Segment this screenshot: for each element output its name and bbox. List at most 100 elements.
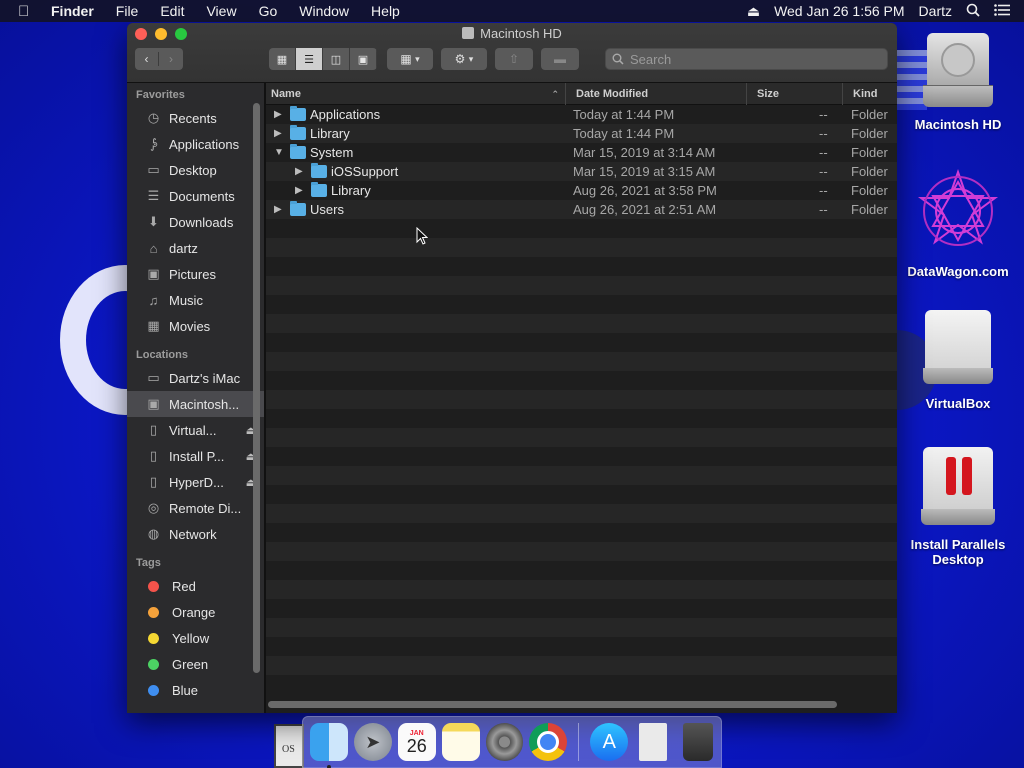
globe-icon: ◍ [147, 526, 160, 541]
dock-calendar-icon[interactable]: JAN 26 [397, 723, 436, 761]
column-view-button[interactable]: ◫ [323, 48, 350, 70]
film-icon: ▦ [147, 318, 160, 333]
calendar-day: 26 [406, 735, 427, 756]
sidebar-item-dartz-s-imac[interactable]: ▭ Dartz's iMac [127, 365, 264, 391]
disclosure-collapsed-icon[interactable]: ▶ [274, 200, 284, 219]
sidebar-item-label: Recents [169, 110, 217, 126]
dock-finder-icon[interactable] [310, 723, 348, 768]
sidebar-item-label: Downloads [169, 214, 234, 230]
sidebar-item-hyperd[interactable]: ▯ HyperD... ⏏ [127, 469, 264, 495]
locations-header: Locations [136, 349, 188, 361]
sidebar-tag-green[interactable]: Green [127, 651, 264, 677]
disclosure-collapsed-icon[interactable]: ▶ [295, 181, 305, 200]
column-header-kind[interactable]: Kind [842, 83, 897, 105]
icon-view-button[interactable]: ▦ [269, 48, 296, 70]
sidebar-item-pictures[interactable]: ▣ Pictures [127, 261, 264, 287]
menu-file[interactable]: File [105, 3, 150, 19]
search-input[interactable] [630, 51, 870, 67]
disclosure-collapsed-icon[interactable]: ▶ [274, 105, 284, 124]
menu-app-name[interactable]: Finder [40, 3, 105, 19]
row-kind: Folder [851, 145, 888, 160]
desktop-icon-datawagon[interactable]: DataWagon.com [898, 168, 1018, 279]
eject-icon[interactable]: ⏏ [747, 3, 760, 20]
sidebar-item-dartz[interactable]: ⌂ dartz [127, 235, 264, 261]
column-header-name[interactable]: Name ⌃ [271, 83, 567, 105]
sidebar-item-remote-di[interactable]: ◎ Remote Di... [127, 495, 264, 521]
menu-edit[interactable]: Edit [149, 3, 195, 19]
sidebar-item-label: HyperD... [169, 474, 224, 490]
table-row[interactable]: ▼ System Mar 15, 2019 at 3:14 AM -- Folder [266, 143, 897, 162]
list-view-button[interactable]: ☰ [296, 48, 323, 70]
dock-notes-icon[interactable] [441, 723, 480, 761]
sidebar-item-macintosh[interactable]: ▣ Macintosh... [127, 391, 264, 417]
desktop-icon-label: Install Parallels Desktop [910, 537, 1006, 567]
disclosure-expanded-icon[interactable]: ▼ [274, 143, 284, 162]
row-size: -- [819, 145, 828, 160]
share-button[interactable]: ⇧ [495, 48, 533, 70]
table-row[interactable]: ▶ iOSSupport Mar 15, 2019 at 3:15 AM -- Fold… [266, 162, 897, 181]
sidebar-item-movies[interactable]: ▦ Movies [127, 313, 264, 339]
group-by-button[interactable]: ▦ ▾ [387, 48, 433, 70]
hard-drive-icon [923, 33, 993, 109]
sidebar-tag-orange[interactable]: Orange [127, 599, 264, 625]
back-button[interactable]: ‹ [135, 52, 159, 66]
disclosure-collapsed-icon[interactable]: ▶ [295, 162, 305, 181]
dock-separator [578, 723, 580, 761]
search-field[interactable] [605, 48, 888, 70]
sidebar-item-documents[interactable]: ☰ Documents [127, 183, 264, 209]
row-date-modified: Today at 1:44 PM [573, 126, 675, 141]
column-kind-label: Kind [853, 88, 878, 100]
applications-icon: ⨔ [150, 136, 157, 151]
window-title: Macintosh HD [127, 26, 897, 41]
menu-view[interactable]: View [195, 3, 247, 19]
view-mode-segmented-control: ▦ ☰ ◫ ▣ [269, 48, 377, 70]
sidebar-item-applications[interactable]: ⨔ Applications [127, 131, 264, 157]
tags-button[interactable]: ▬ [541, 48, 579, 70]
dock-document-icon[interactable] [639, 723, 668, 761]
table-row[interactable]: ▶ Applications Today at 1:44 PM -- Folder [266, 105, 897, 124]
sidebar-scrollbar[interactable] [253, 103, 260, 673]
row-name: iOSSupport [331, 164, 399, 179]
disclosure-collapsed-icon[interactable]: ▶ [274, 124, 284, 143]
desktop-icon-virtualbox[interactable]: VirtualBox [898, 310, 1018, 411]
forward-button[interactable]: › [159, 52, 183, 66]
column-header-size[interactable]: Size [746, 83, 842, 105]
sidebar-tag-yellow[interactable]: Yellow [127, 625, 264, 651]
sidebar-tag-red[interactable]: Red [127, 573, 264, 599]
desktop-icon-macintosh-hd[interactable]: Macintosh HD [898, 33, 1018, 132]
gallery-view-button[interactable]: ▣ [350, 48, 377, 70]
table-row[interactable]: ▶ Library Aug 26, 2021 at 3:58 PM -- Folder [266, 181, 897, 200]
sidebar-item-label: Documents [169, 188, 235, 204]
sidebar-item-virtual[interactable]: ▯ Virtual... ⏏ [127, 417, 264, 443]
desktop-icon-install-parallels[interactable]: Install Parallels Desktop [898, 447, 1018, 567]
home-icon: ⌂ [149, 240, 158, 256]
dock-launchpad-icon[interactable]: ➤ [353, 723, 392, 761]
horizontal-scrollbar[interactable] [268, 701, 837, 708]
dock-trash-icon[interactable] [683, 723, 714, 761]
menu-go[interactable]: Go [248, 3, 289, 19]
table-row[interactable]: ▶ Library Today at 1:44 PM -- Folder [266, 124, 897, 143]
sidebar-item-downloads[interactable]: ⬇ Downloads [127, 209, 264, 235]
dock-system-preferences-icon[interactable] [485, 723, 524, 761]
sidebar-item-music[interactable]: ♫ Music [127, 287, 264, 313]
sidebar-tag-blue[interactable]: Blue [127, 677, 264, 703]
spotlight-search-icon[interactable] [966, 3, 980, 20]
grid-icon: ▦ [400, 52, 412, 66]
table-row[interactable]: ▶ Users Aug 26, 2021 at 2:51 AM -- Folder [266, 200, 897, 219]
menu-help[interactable]: Help [360, 3, 411, 19]
window-titlebar[interactable]: Macintosh HD ‹ › ▦ ☰ ◫ ▣ ▦ ▾ ⚙ ▾ ⇧ ▬ [127, 23, 897, 83]
notification-center-icon[interactable] [994, 3, 1010, 19]
sidebar-item-desktop[interactable]: ▭ Desktop [127, 157, 264, 183]
dock-chrome-icon[interactable] [529, 723, 568, 761]
sidebar-item-install-p[interactable]: ▯ Install P... ⏏ [127, 443, 264, 469]
row-size: -- [819, 164, 828, 179]
menu-window[interactable]: Window [288, 3, 360, 19]
dock-app-store-icon[interactable]: A [590, 723, 629, 761]
sidebar-item-recents[interactable]: ◷ Recents [127, 105, 264, 131]
menu-clock[interactable]: Wed Jan 26 1:56 PM [774, 3, 904, 19]
menu-user[interactable]: Dartz [919, 3, 952, 19]
action-menu-button[interactable]: ⚙ ▾ [441, 48, 487, 70]
column-header-date[interactable]: Date Modified [565, 83, 745, 105]
apple-menu-icon[interactable]:  [18, 3, 40, 20]
sidebar-item-network[interactable]: ◍ Network [127, 521, 264, 547]
